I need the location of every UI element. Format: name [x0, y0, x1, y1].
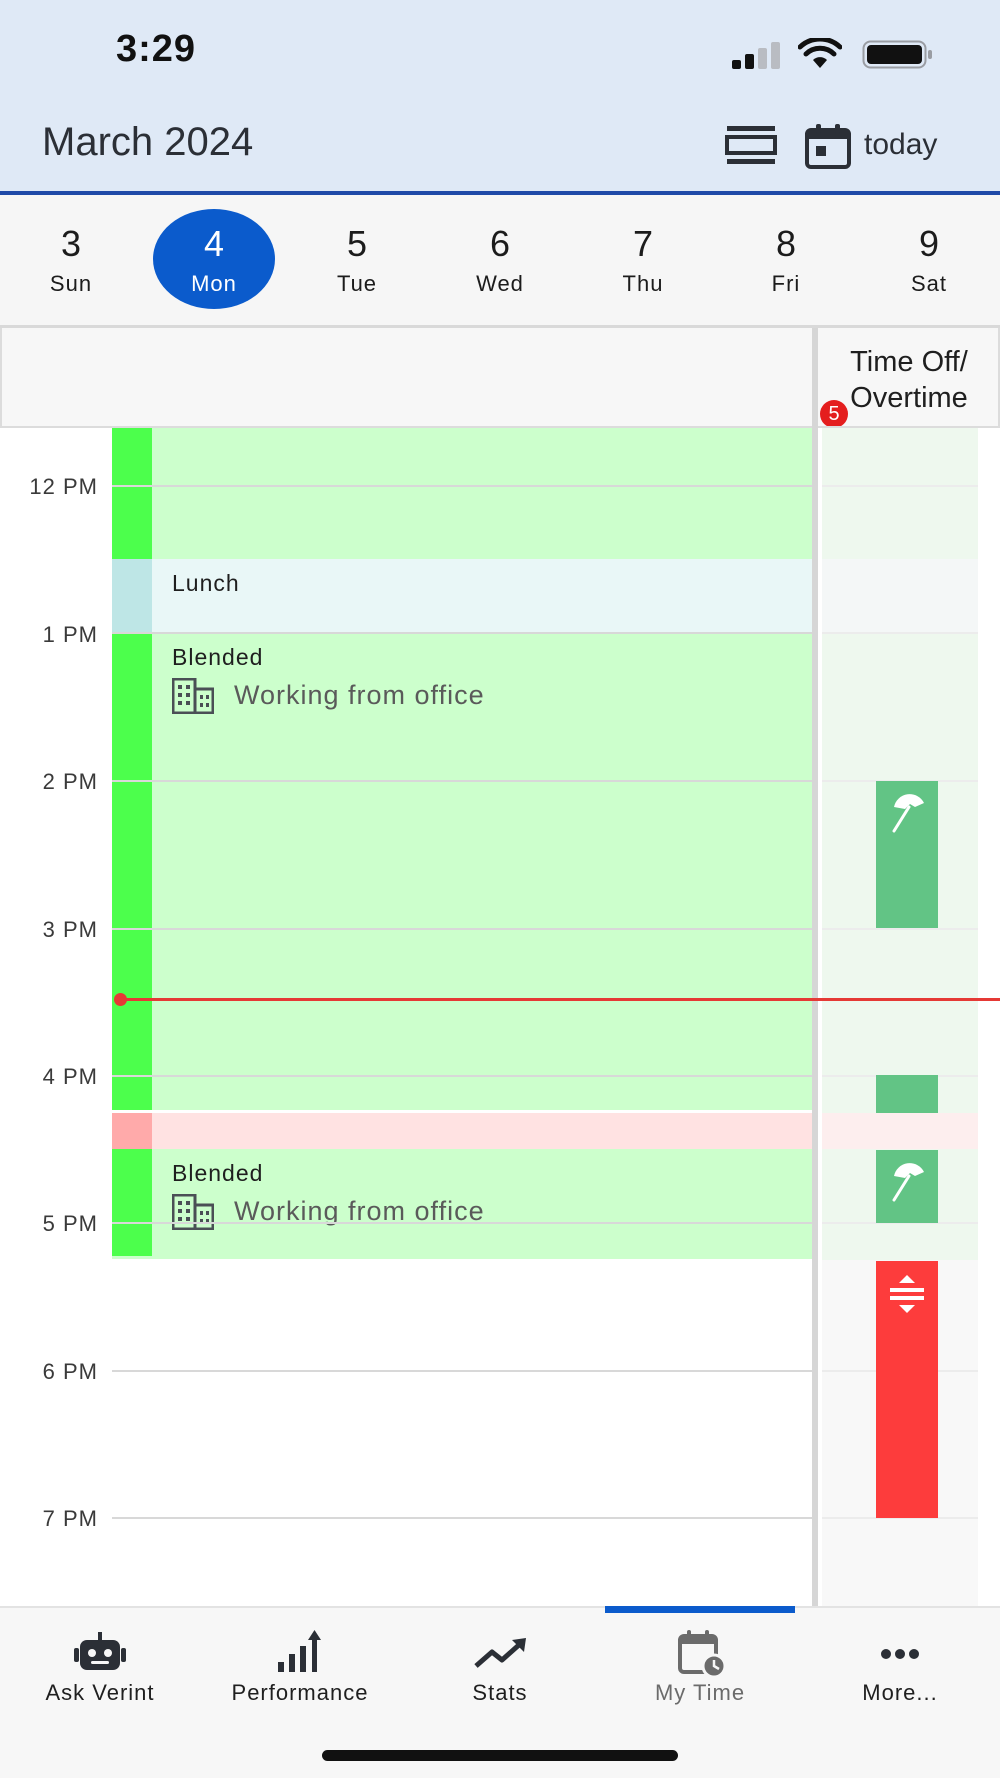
nav-label: More... — [862, 1680, 938, 1705]
hour-line — [822, 928, 978, 930]
activity-stripe — [112, 559, 152, 633]
calendar-clock-icon — [678, 1630, 727, 1678]
status-time: 3:29 — [116, 28, 197, 70]
time-off-lunch-shade — [822, 559, 978, 633]
cellular-signal-icon — [732, 42, 780, 69]
hour-label: 7 PM — [42, 1506, 98, 1531]
hour-label: 4 PM — [42, 1064, 98, 1089]
hour-line — [822, 632, 978, 634]
day-of-week: Thu — [622, 271, 664, 296]
hour-label: 2 PM — [42, 769, 98, 794]
home-indicator[interactable] — [322, 1750, 678, 1761]
nav-label: Stats — [472, 1680, 528, 1705]
today-button[interactable]: today — [864, 128, 937, 162]
schedule-column-header — [0, 328, 812, 426]
day-number: 7 — [632, 223, 654, 264]
day-mon-selected[interactable]: 4 Mon — [143, 195, 285, 325]
active-tab-indicator — [605, 1606, 795, 1613]
day-number: 4 — [203, 223, 225, 264]
lunch-label: Lunch — [172, 570, 240, 596]
day-number: 5 — [346, 223, 368, 264]
hour-label: 5 PM — [42, 1211, 98, 1236]
week-view-icon[interactable] — [724, 124, 778, 166]
day-wed[interactable]: 6 Wed — [429, 195, 571, 325]
time-off-block[interactable] — [876, 1075, 938, 1113]
time-off-block[interactable] — [876, 1150, 938, 1223]
hour-line — [112, 1370, 812, 1372]
column-divider — [812, 328, 818, 1606]
page-title: March 2024 — [42, 120, 254, 164]
hour-line — [112, 632, 812, 634]
hour-line — [112, 1517, 812, 1519]
day-fri[interactable]: 8 Fri — [715, 195, 857, 325]
day-tue[interactable]: 5 Tue — [286, 195, 428, 325]
break-block[interactable] — [112, 1113, 812, 1149]
nav-more[interactable]: More... — [800, 1608, 1000, 1778]
hour-line — [822, 485, 978, 487]
day-of-week: Wed — [476, 271, 524, 296]
day-of-week: Mon — [191, 271, 237, 296]
nav-label: My Time — [654, 1680, 746, 1705]
work-block-morning[interactable] — [112, 428, 812, 559]
hour-label: 12 PM — [29, 474, 98, 499]
trend-line-icon — [474, 1638, 526, 1668]
beach-umbrella-icon — [892, 794, 924, 833]
hour-line — [112, 1075, 812, 1077]
battery-icon — [862, 40, 932, 69]
expand-collapse-icon — [890, 1275, 924, 1313]
calendar-today-icon[interactable] — [804, 122, 852, 170]
day-of-week: Sat — [910, 271, 948, 296]
hour-line — [112, 780, 812, 782]
current-time-dot — [114, 993, 127, 1006]
blended-1-subtitle: Working from office — [234, 680, 485, 710]
day-number: 9 — [918, 223, 940, 264]
blended-1-title: Blended — [172, 644, 264, 670]
activity-stripe — [112, 428, 152, 559]
day-of-week: Tue — [336, 271, 378, 296]
office-building-icon — [172, 678, 214, 714]
hour-label: 3 PM — [42, 917, 98, 942]
day-number: 6 — [489, 223, 511, 264]
beach-umbrella-icon — [892, 1163, 924, 1202]
wifi-icon — [798, 38, 842, 68]
day-of-week: Fri — [771, 271, 801, 296]
activity-stripe — [112, 633, 152, 1110]
bar-chart-up-icon — [278, 1630, 321, 1672]
blended-2-title: Blended — [172, 1160, 264, 1186]
week-strip: 3 Sun 4 Mon 5 Tue 6 Wed 7 Thu 8 Fri 9 Sa… — [0, 195, 1000, 325]
time-off-label-line1: Time Off/ — [850, 346, 968, 378]
activity-stripe — [112, 1149, 152, 1256]
current-time-line — [116, 998, 1000, 1001]
overtime-block[interactable] — [876, 1261, 938, 1518]
day-sun[interactable]: 3 Sun — [0, 195, 142, 325]
day-thu[interactable]: 7 Thu — [572, 195, 714, 325]
time-off-block[interactable] — [876, 781, 938, 928]
hour-line — [112, 485, 812, 487]
more-dots-icon — [881, 1649, 919, 1659]
notification-badge: 5 — [820, 400, 848, 428]
activity-stripe — [112, 1113, 152, 1149]
hour-line — [112, 928, 812, 930]
nav-label: Performance — [231, 1680, 369, 1705]
hour-line — [112, 1222, 812, 1224]
nav-ask-verint[interactable]: Ask Verint — [0, 1608, 200, 1778]
day-sat[interactable]: 9 Sat — [858, 195, 1000, 325]
day-of-week: Sun — [49, 271, 93, 296]
day-number: 8 — [775, 223, 797, 264]
hour-label: 6 PM — [42, 1359, 98, 1384]
office-building-icon — [172, 1194, 214, 1230]
day-number: 3 — [60, 223, 82, 264]
robot-icon — [74, 1632, 126, 1670]
time-off-break-shade — [822, 1113, 978, 1149]
nav-label: Ask Verint — [45, 1680, 155, 1705]
hour-label: 1 PM — [42, 622, 98, 647]
